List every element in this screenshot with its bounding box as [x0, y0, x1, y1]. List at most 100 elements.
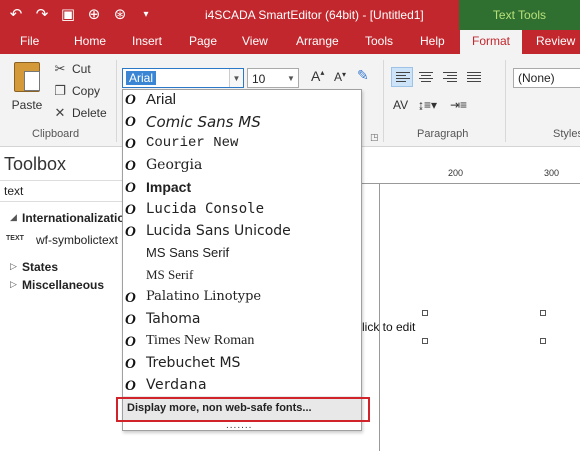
- tree-group-internationalization[interactable]: ◢ Internationalization: [0, 210, 132, 228]
- font-option-arial[interactable]: O Arial: [123, 90, 361, 112]
- tree-group-states[interactable]: ▷ States: [0, 259, 122, 277]
- truetype-icon: O: [125, 290, 136, 306]
- font-option-label: Tahoma: [146, 311, 201, 327]
- tab-help[interactable]: Help: [420, 34, 445, 48]
- delete-button[interactable]: ✕ Delete: [52, 106, 107, 121]
- shrink-font-button[interactable]: A▾: [334, 70, 346, 84]
- group-separator: [383, 60, 384, 142]
- font-option-verdana[interactable]: O Verdana: [123, 376, 361, 398]
- font-size-combobox[interactable]: 10 ▼: [247, 68, 299, 88]
- tree-group-miscellaneous[interactable]: ▷ Miscellaneous: [0, 277, 122, 295]
- delete-label: Delete: [72, 106, 107, 120]
- font-option-label: Courier New: [146, 135, 239, 151]
- font-option-label: Palatino Linotype: [146, 289, 262, 304]
- cut-button[interactable]: ✂ Cut: [52, 62, 91, 77]
- tree-item-symbolictext[interactable]: TEXT wf-symbolictext: [0, 232, 122, 250]
- expanded-arrow-icon: ◢: [10, 212, 17, 222]
- grow-font-button[interactable]: A▴: [311, 68, 324, 84]
- style-combobox[interactable]: (None): [513, 68, 580, 88]
- tab-arrange[interactable]: Arrange: [296, 34, 339, 48]
- horizontal-ruler: 200 300: [360, 166, 580, 184]
- font-option-label: Georgia: [146, 157, 203, 173]
- redo-icon[interactable]: ↷: [32, 4, 52, 24]
- text-tools-context-header: Text Tools: [459, 0, 580, 30]
- font-option-trebuchet-ms[interactable]: O Trebuchet MS: [123, 354, 361, 376]
- group-separator: [505, 60, 506, 142]
- copy-label: Copy: [72, 84, 101, 98]
- truetype-icon: O: [125, 334, 136, 350]
- text-element-placeholder[interactable]: lick to edit: [362, 320, 415, 334]
- chevron-down-icon[interactable]: ▼: [229, 69, 243, 87]
- font-option-label: MS Sans Serif: [146, 245, 230, 260]
- group-separator: [116, 60, 117, 142]
- indent-icon[interactable]: ⇥≡: [450, 98, 467, 112]
- font-option-georgia[interactable]: O Georgia: [123, 156, 361, 178]
- ribbon-tab-row: File Home Insert Page View Arrange Tools…: [0, 30, 580, 54]
- line-spacing-icon[interactable]: ↨≡▾: [418, 98, 437, 112]
- tab-view[interactable]: View: [242, 34, 268, 48]
- tab-home[interactable]: Home: [74, 34, 106, 48]
- resize-handle[interactable]: [422, 338, 428, 344]
- preview-icon[interactable]: ⊕: [84, 4, 104, 24]
- tree-group-label: Internationalization: [22, 211, 133, 225]
- font-option-lucida-sans-unicode[interactable]: O Lucida Sans Unicode: [123, 222, 361, 244]
- resize-handle[interactable]: [540, 338, 546, 344]
- font-option-ms-serif[interactable]: MS Serif: [123, 266, 361, 288]
- truetype-icon: O: [125, 180, 136, 196]
- paste-button[interactable]: Paste: [6, 60, 48, 120]
- truetype-icon: O: [125, 92, 136, 108]
- shrink-font-label: A: [334, 70, 343, 84]
- font-option-label: Times New Roman: [146, 333, 255, 348]
- font-option-ms-sans-serif[interactable]: MS Sans Serif: [123, 244, 361, 266]
- tree-group-label: States: [22, 260, 59, 274]
- font-option-label: Trebuchet MS: [146, 355, 241, 371]
- cut-label: Cut: [72, 62, 91, 76]
- tab-tools[interactable]: Tools: [365, 34, 393, 48]
- font-option-impact[interactable]: O Impact: [123, 178, 361, 200]
- font-option-courier-new[interactable]: O Courier New: [123, 134, 361, 156]
- font-dropdown-list: O Arial O Comic Sans MS O Courier New O …: [122, 89, 362, 431]
- grow-font-label: A: [311, 68, 321, 84]
- tab-insert[interactable]: Insert: [132, 34, 162, 48]
- truetype-icon: O: [125, 224, 136, 240]
- character-spacing-icon[interactable]: AV: [393, 98, 408, 112]
- undo-icon[interactable]: ↶: [6, 4, 26, 24]
- chevron-down-icon[interactable]: ▼: [284, 69, 298, 87]
- resize-grip[interactable]: .......: [226, 420, 252, 431]
- resize-handle[interactable]: [540, 310, 546, 316]
- save-icon[interactable]: ▣: [58, 4, 78, 24]
- font-option-palatino-linotype[interactable]: O Palatino Linotype: [123, 288, 361, 310]
- font-name-value: Arial: [126, 71, 157, 85]
- copy-icon: ❐: [54, 83, 66, 98]
- toolbox-search-input[interactable]: text: [0, 180, 122, 202]
- align-center-button[interactable]: [415, 67, 437, 87]
- tab-page[interactable]: Page: [189, 34, 217, 48]
- align-left-button[interactable]: [391, 67, 413, 87]
- font-option-label: Impact: [146, 179, 192, 195]
- font-option-comic-sans[interactable]: O Comic Sans MS: [123, 112, 361, 134]
- font-option-tahoma[interactable]: O Tahoma: [123, 310, 361, 332]
- truetype-icon: O: [125, 136, 136, 152]
- ruler-label: 200: [448, 168, 464, 178]
- window-title: i4SCADA SmartEditor (64bit) - [Untitled1…: [205, 8, 424, 22]
- tab-file[interactable]: File: [20, 34, 39, 48]
- text-widget-icon: TEXT: [6, 235, 24, 242]
- font-option-label: Comic Sans MS: [146, 113, 261, 131]
- font-option-lucida-console[interactable]: O Lucida Console: [123, 200, 361, 222]
- font-name-combobox[interactable]: Arial ▼: [122, 68, 244, 88]
- customize-icon[interactable]: ▾: [136, 4, 156, 24]
- smarteditor-window: ↶ ↷ ▣ ⊕ ⊛ ▾ i4SCADA SmartEditor (64bit) …: [0, 0, 580, 451]
- truetype-icon: O: [125, 202, 136, 218]
- tab-format[interactable]: Format: [460, 30, 523, 54]
- copy-button[interactable]: ❐ Copy: [52, 83, 101, 99]
- resize-handle[interactable]: [422, 310, 428, 316]
- font-option-label: Verdana: [146, 377, 208, 393]
- justify-button[interactable]: [463, 67, 485, 87]
- align-right-button[interactable]: [439, 67, 461, 87]
- font-option-times-new-roman[interactable]: O Times New Roman: [123, 332, 361, 354]
- font-dialog-launcher-icon[interactable]: ◳: [370, 132, 379, 143]
- publish-icon[interactable]: ⊛: [110, 4, 130, 24]
- tab-review[interactable]: Review: [536, 34, 575, 48]
- font-option-label: Arial: [146, 91, 177, 108]
- clear-formatting-icon[interactable]: ✎: [357, 67, 373, 83]
